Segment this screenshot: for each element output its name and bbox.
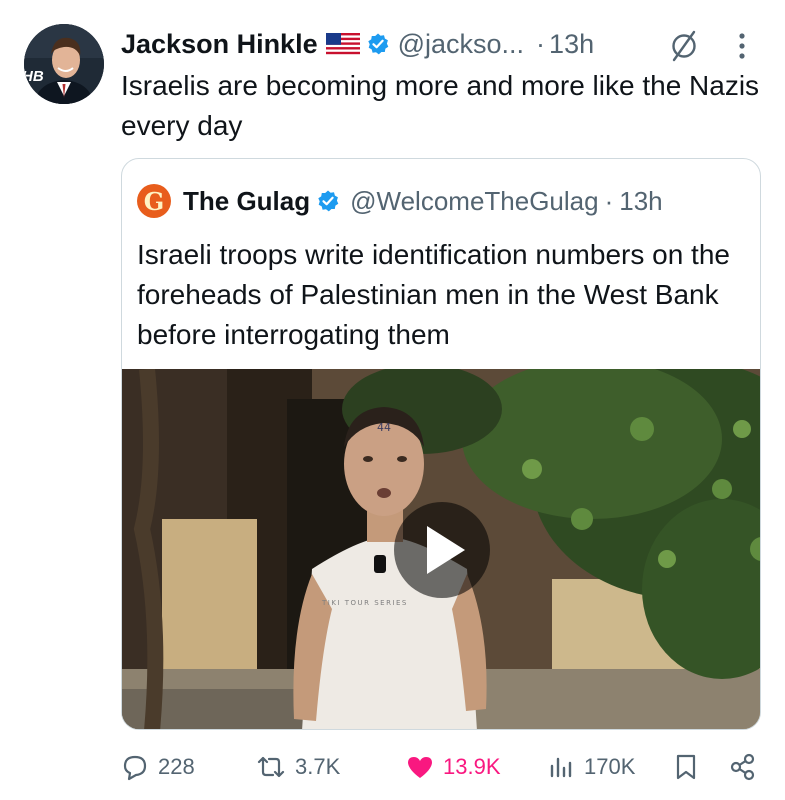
quoted-header-separator: ·	[604, 185, 614, 216]
quoted-author-handle[interactable]: @WelcomeTheGulag	[350, 186, 598, 217]
quoted-tweet-header: G The Gulag @WelcomeTheGulag · 13h	[137, 183, 663, 219]
share-button[interactable]	[728, 744, 766, 790]
views-icon	[550, 757, 572, 778]
quoted-author-name[interactable]: The Gulag	[183, 186, 310, 217]
reply-button[interactable]: 228	[120, 744, 195, 790]
shirt-text: TIKI TOUR SERIES	[321, 599, 408, 607]
action-bar: 228 3.7K 13.9K 170K	[0, 744, 785, 790]
tweet-text: Israelis are becoming more and more like…	[121, 70, 760, 141]
author-avatar[interactable]: HB	[24, 24, 104, 104]
verified-badge-icon[interactable]	[316, 189, 340, 213]
quoted-tweet-card[interactable]: G The Gulag @WelcomeTheGulag · 13h Israe…	[121, 158, 761, 730]
bookmark-button[interactable]	[673, 744, 707, 790]
quoted-author-avatar[interactable]: G	[137, 184, 171, 218]
tweet-time[interactable]: 13h	[549, 29, 594, 60]
repost-icon	[257, 756, 285, 778]
verified-badge-icon[interactable]	[366, 32, 390, 56]
views-count: 170K	[584, 754, 636, 779]
us-flag-icon	[325, 33, 360, 55]
like-button[interactable]: 13.9K	[405, 744, 501, 790]
header-separator: ·	[536, 28, 546, 59]
author-handle[interactable]: @jackso...	[398, 29, 524, 60]
forehead-number: 44	[377, 421, 391, 434]
quoted-tweet-time[interactable]: 13h	[619, 186, 662, 217]
play-icon[interactable]	[394, 502, 490, 598]
repost-button[interactable]: 3.7K	[255, 744, 340, 790]
more-icon[interactable]	[735, 28, 749, 64]
quoted-logo-letter: G	[143, 186, 165, 216]
reply-icon	[123, 755, 147, 781]
grok-icon[interactable]	[666, 28, 702, 64]
tweet-header: Jackson Hinkle @jackso... · 13h	[121, 22, 594, 66]
share-icon	[730, 753, 755, 781]
like-count: 13.9K	[443, 754, 501, 779]
quoted-tweet-text: Israeli troops write identification numb…	[137, 239, 730, 350]
avatar-badge-text: HB	[24, 68, 44, 85]
bookmark-icon	[676, 754, 696, 780]
reply-count: 228	[158, 754, 195, 779]
heart-icon	[408, 757, 432, 778]
views-button[interactable]: 170K	[546, 744, 635, 790]
author-name[interactable]: Jackson Hinkle	[121, 29, 318, 60]
repost-count: 3.7K	[295, 754, 341, 779]
video-thumbnail[interactable]: 44 TIKI TOUR SERIES	[122, 359, 760, 729]
